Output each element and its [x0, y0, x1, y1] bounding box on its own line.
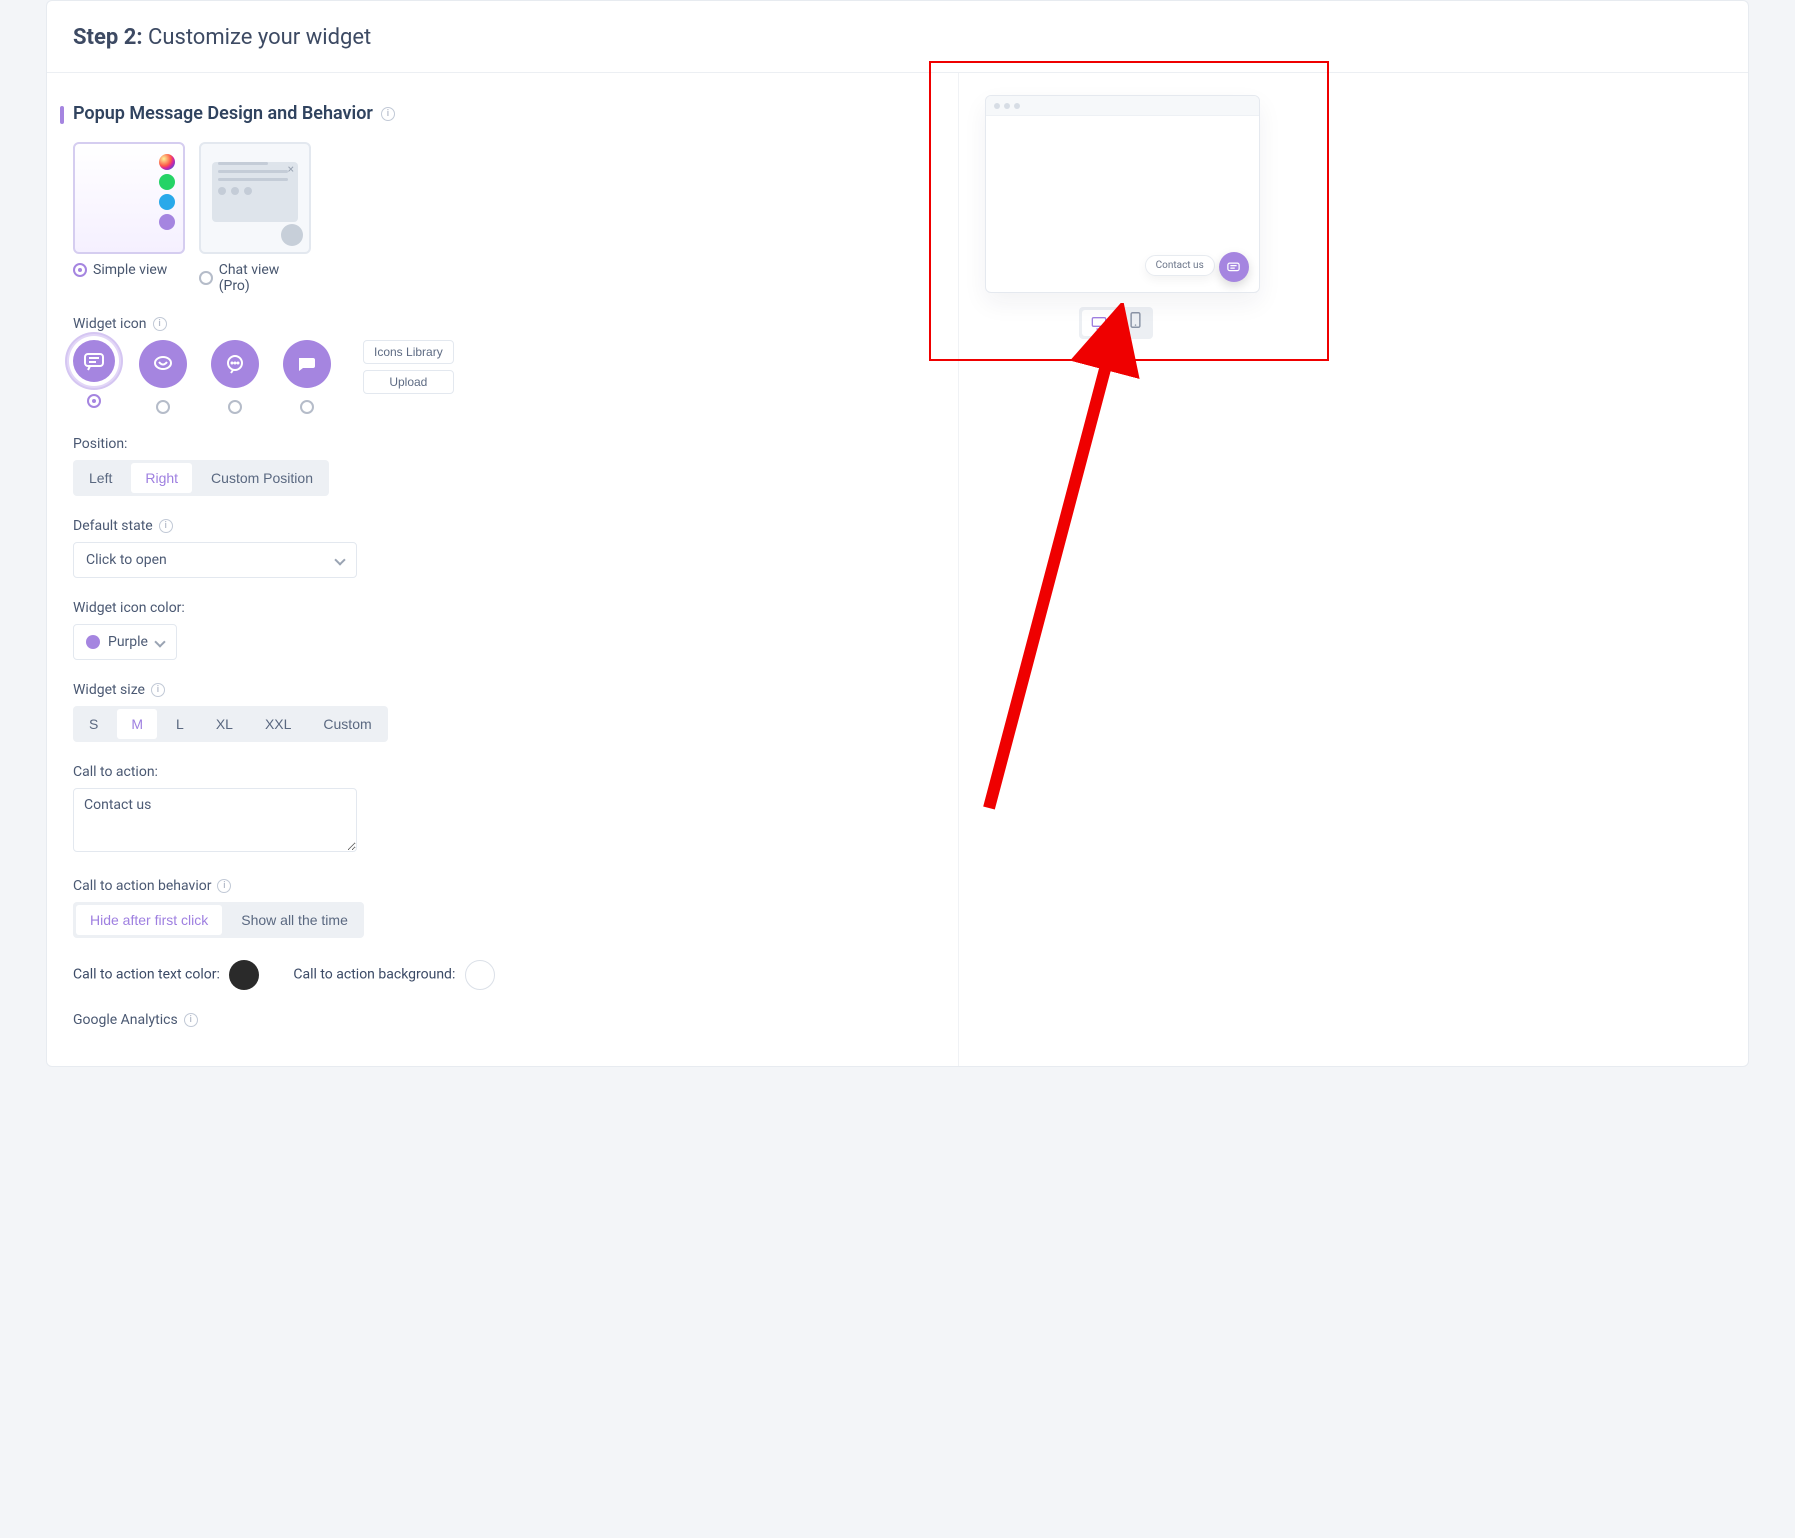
- widget-color-label: Widget icon color:: [73, 600, 928, 616]
- settings-card: Step 2: Customize your widget Popup Mess…: [46, 0, 1749, 1067]
- radio-simple-view[interactable]: [73, 263, 87, 277]
- preview-browser: Contact us: [985, 95, 1260, 293]
- preview-cta-bubble: Contact us: [1145, 255, 1215, 276]
- radio-chat-view[interactable]: [199, 271, 213, 285]
- position-left[interactable]: Left: [73, 460, 128, 496]
- color-swatch: [86, 635, 100, 649]
- size-custom[interactable]: Custom: [307, 706, 387, 742]
- position-segment: Left Right Custom Position: [73, 460, 329, 496]
- cta-text-color-swatch[interactable]: [229, 960, 259, 990]
- desktop-icon: [1091, 316, 1107, 330]
- radio-icon-1[interactable]: [87, 394, 101, 408]
- section-header: Popup Message Design and Behavior i: [61, 103, 928, 124]
- step-title: Step 2: Customize your widget: [73, 25, 1722, 50]
- cta-behavior-segment: Hide after first click Show all the time: [73, 902, 364, 938]
- cta-background-label: Call to action background:: [293, 967, 455, 983]
- default-state-value: Click to open: [86, 552, 167, 568]
- position-right[interactable]: Right: [131, 463, 192, 493]
- instagram-icon: [159, 154, 175, 170]
- icon-option-1[interactable]: [73, 340, 115, 408]
- section-title: Popup Message Design and Behavior: [73, 103, 373, 124]
- cta-textarea[interactable]: [73, 788, 357, 852]
- chevron-down-icon: [334, 554, 345, 565]
- position-label: Position:: [73, 436, 928, 452]
- step-subtitle: Customize your widget: [148, 25, 371, 50]
- annotation-arrow: [959, 303, 1164, 813]
- device-toggle: [1079, 307, 1153, 339]
- mobile-preview-button[interactable]: [1119, 307, 1153, 333]
- step-number: Step 2:: [73, 25, 143, 50]
- cta-background-swatch[interactable]: [465, 960, 495, 990]
- cta-hide-button[interactable]: Hide after first click: [76, 905, 222, 935]
- widget-color-select[interactable]: Purple: [73, 624, 177, 660]
- view-option-simple[interactable]: Simple view: [73, 142, 185, 294]
- browser-titlebar: [986, 96, 1259, 116]
- default-state-label: Default state: [73, 518, 153, 534]
- icons-library-button[interactable]: Icons Library: [363, 340, 454, 364]
- info-icon[interactable]: i: [381, 107, 395, 121]
- view-option-chat[interactable]: Chat view (Pro): [199, 142, 311, 294]
- position-custom[interactable]: Custom Position: [195, 460, 329, 496]
- telegram-icon: [159, 194, 175, 210]
- size-m[interactable]: M: [117, 709, 157, 739]
- widget-color-value: Purple: [108, 634, 148, 650]
- ga-label: Google Analytics: [73, 1012, 178, 1028]
- icon-option-3[interactable]: [211, 340, 259, 414]
- icon-option-2[interactable]: [139, 340, 187, 414]
- card-header: Step 2: Customize your widget: [47, 1, 1748, 73]
- cta-background-field: Call to action background:: [293, 960, 494, 990]
- size-xxl[interactable]: XXL: [249, 706, 307, 742]
- cta-behavior-label: Call to action behavior: [73, 878, 211, 894]
- upload-button[interactable]: Upload: [363, 370, 454, 394]
- info-icon[interactable]: i: [217, 879, 231, 893]
- widget-icon-label: Widget icon: [73, 316, 147, 332]
- mobile-icon: [1130, 312, 1141, 328]
- preview-fab: [1219, 252, 1249, 282]
- info-icon[interactable]: i: [184, 1013, 198, 1027]
- radio-icon-3[interactable]: [228, 400, 242, 414]
- widget-size-label: Widget size: [73, 682, 145, 698]
- label-chat-view: Chat view (Pro): [219, 262, 311, 294]
- cta-text-color-label: Call to action text color:: [73, 967, 220, 983]
- label-simple-view: Simple view: [93, 262, 167, 278]
- chat-icon: [159, 214, 175, 230]
- size-l[interactable]: L: [160, 706, 200, 742]
- cta-show-button[interactable]: Show all the time: [225, 902, 364, 938]
- desktop-preview-button[interactable]: [1082, 310, 1116, 336]
- size-xl[interactable]: XL: [200, 706, 249, 742]
- radio-icon-4[interactable]: [300, 400, 314, 414]
- info-icon[interactable]: i: [153, 317, 167, 331]
- default-state-select[interactable]: Click to open: [73, 542, 357, 578]
- cta-label: Call to action:: [73, 764, 928, 780]
- widget-size-segment: S M L XL XXL Custom: [73, 706, 388, 742]
- radio-icon-2[interactable]: [156, 400, 170, 414]
- info-icon[interactable]: i: [159, 519, 173, 533]
- whatsapp-icon: [159, 174, 175, 190]
- info-icon[interactable]: i: [151, 683, 165, 697]
- cta-text-color-field: Call to action text color:: [73, 960, 259, 990]
- icon-option-4[interactable]: [283, 340, 331, 414]
- size-s[interactable]: S: [73, 706, 114, 742]
- chevron-down-icon: [154, 636, 165, 647]
